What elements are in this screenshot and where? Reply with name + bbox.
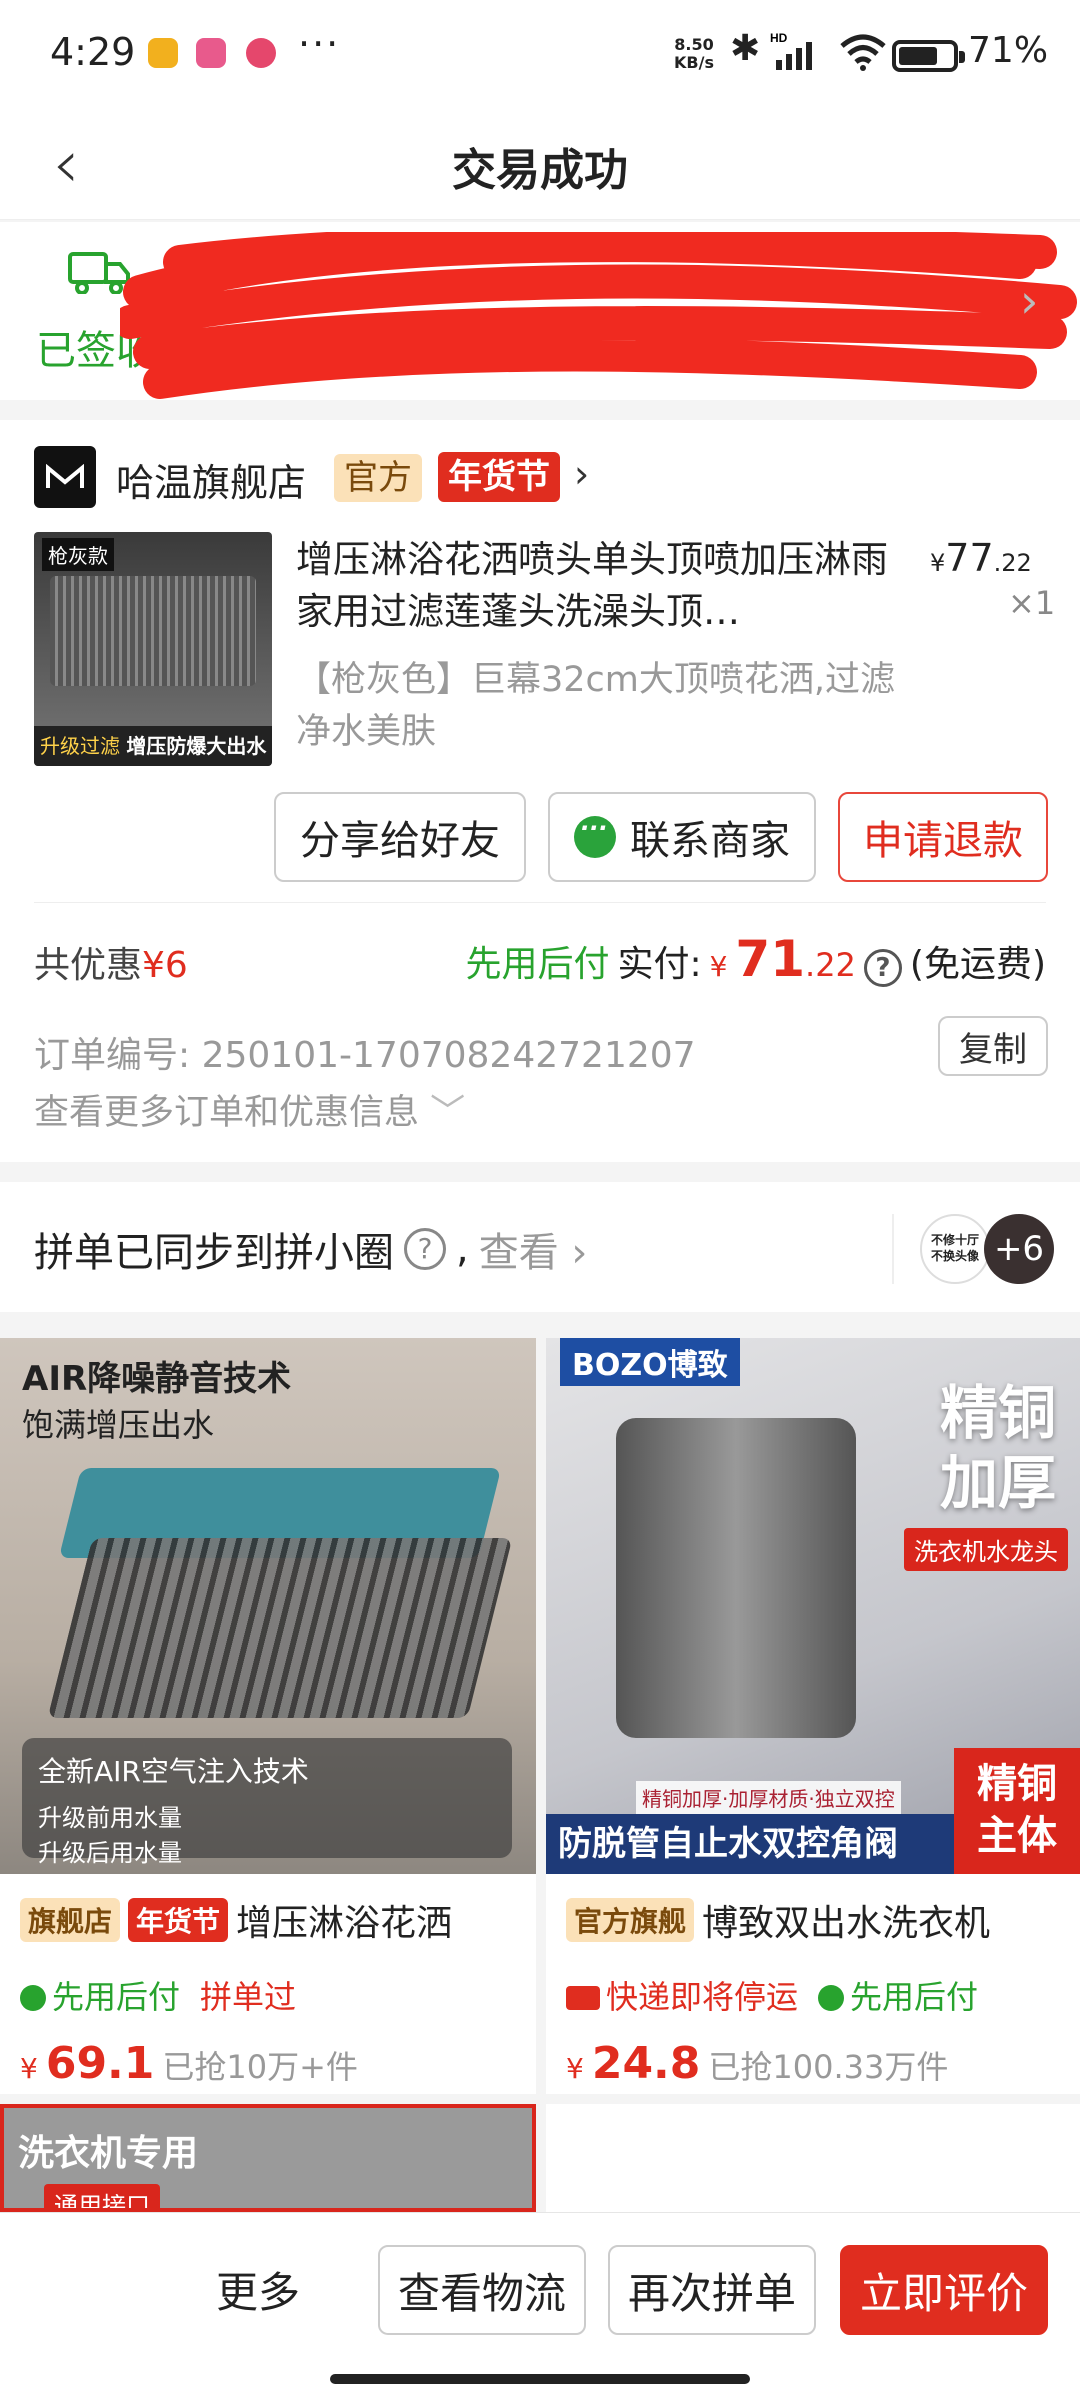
chevron-down-icon: ﹀ [430,1093,466,1133]
product-title[interactable]: 增压淋浴花洒喷头单头顶喷加压淋雨家用过滤莲蓬头洗澡头顶… [296,534,896,638]
logistics-summary[interactable]: 已签收 › [0,222,1080,400]
official-tag: 官方 [334,454,422,502]
battery-icon [892,40,965,72]
product-thumbnail[interactable]: BOZO博致 精铜 加厚 洗衣机水龙头 精铜加厚·加厚材质·独立双控 防脱管自止水… [546,1338,1080,1874]
redaction-scribble [120,232,1077,399]
signal-icon: HD [770,31,812,70]
help-icon[interactable]: ? [863,949,902,987]
home-indicator[interactable] [330,2374,750,2384]
chat-icon [574,814,616,858]
view-link[interactable]: 查看 › [479,1220,588,1278]
share-button[interactable]: 分享给好友 [274,792,526,882]
page-header: 交易成功 ‹ [0,110,1080,220]
bluetooth-icon: ✱ [730,28,761,69]
product-card[interactable]: AIR降噪静音技术 饱满增压出水 全新AIR空气注入技术 升级前用水量 升级后用水… [0,1338,536,2094]
group-sync-text: 拼单已同步到拼小圈 [34,1230,394,1276]
pay-later-icon [818,1985,845,2011]
rebuy-button[interactable]: 再次拼单 [608,2245,816,2335]
more-notifications-icon: ··· [298,22,341,66]
review-button[interactable]: 立即评价 [840,2245,1048,2335]
status-bar: 4:29 ··· 8.50 KB/s ✱ HD 71% [0,0,1080,110]
product-card[interactable]: BOZO博致 精铜 加厚 洗衣机水龙头 精铜加厚·加厚材质·独立双控 防脱管自止水… [546,1338,1080,2094]
product-price: ¥77.22 [930,536,1032,580]
product-card[interactable] [546,2104,1080,2212]
view-logistics-button[interactable]: 查看物流 [378,2245,586,2335]
pay-later-icon [20,1985,46,2011]
product-thumbnail[interactable]: AIR降噪静音技术 饱满增压出水 全新AIR空气注入技术 升级前用水量 升级后用水… [0,1338,536,1874]
bottom-action-bar: 更多 查看物流 再次拼单 立即评价 [0,2212,1080,2400]
product-price: ¥69.1 已抢10万+件 [20,2038,358,2089]
copy-button[interactable]: 复制 [938,1016,1048,1076]
truck-icon [566,1986,600,2010]
paid-amount: 先用后付 实付: ¥71.22 ? (免运费) [465,930,1046,988]
product-image-footer: 升级过滤 增压防爆大出水 [34,726,272,766]
pay-later-label: 先用后付 [465,944,610,985]
product-image-badge: 枪灰款 [42,538,114,571]
net-speed: 8.50 KB/s [674,35,714,72]
back-button[interactable]: ‹ [26,124,106,204]
group-sync-bar[interactable]: 拼单已同步到拼小圈 ? , 查看 › 不修十厅 不换头像 +6 [0,1182,1080,1312]
product-spec: 【枪灰色】巨幕32cm大顶喷花洒,过滤净水美肤 [296,660,896,752]
page-title: 交易成功 [452,145,628,196]
discount-total: 共优惠¥6 [34,945,188,986]
more-order-info-link[interactable]: 查看更多订单和优惠信息 ﹀ [34,1084,465,1135]
order-number: 订单编号: 250101-170708242721207 [34,1035,696,1076]
shop-name[interactable]: 哈温旗舰店 [116,452,306,507]
product-price: ¥24.8 已抢100.33万件 [566,2038,949,2089]
product-name: 旗舰店 年货节 增压淋浴花洒 [20,1894,530,1946]
shop-chevron-icon[interactable]: › [574,452,589,496]
product-quantity: ×1 [1008,584,1056,622]
battery-percent: 71% [968,30,1049,71]
divider [34,902,1046,903]
order-card: 哈温旗舰店 官方 年货节 › 枪灰款 升级过滤 增压防爆大出水 增压淋浴花洒喷头… [0,420,1080,1162]
product-image[interactable]: 枪灰款 升级过滤 增压防爆大出水 [34,532,272,766]
help-icon[interactable]: ? [404,1228,446,1270]
product-card[interactable]: 洗衣机专用 通用接口 [0,2104,536,2212]
clock: 4:29 [50,30,136,74]
product-name: 官方旗舰 博致双出水洗衣机 [566,1894,1076,1946]
nianhuo-tag: 年货节 [438,452,560,502]
game-notification-icon [246,38,276,68]
avatar-more[interactable]: +6 [984,1214,1054,1284]
app-notification-icon [196,38,226,68]
refund-button[interactable]: 申请退款 [838,792,1048,882]
app-notification-icon [148,38,178,68]
network-type: HD [770,31,788,45]
avatar[interactable]: 不修十厅 不换头像 [920,1214,990,1284]
logistics-chevron-icon: › [1020,274,1039,328]
wifi-icon [840,34,886,71]
more-button[interactable]: 更多 [216,2259,300,2320]
shop-logo[interactable] [34,446,96,508]
contact-seller-button[interactable]: 联系商家 [548,792,816,882]
divider [892,1214,894,1284]
